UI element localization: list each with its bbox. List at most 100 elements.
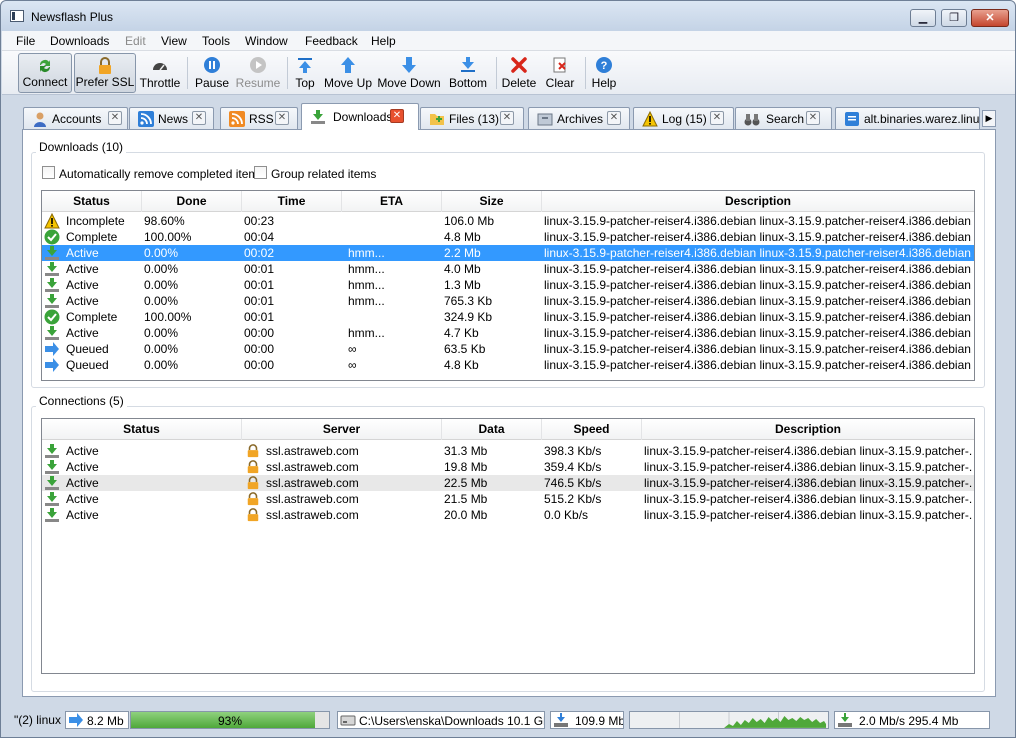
move-up-button[interactable]: Move Up <box>322 53 374 93</box>
tab-newsgroup[interactable]: alt.binaries.warez.linu <box>835 107 980 129</box>
bottom-button[interactable]: Bottom <box>446 53 490 93</box>
table-row[interactable]: Complete 100.00% 00:01 324.9 Kb linux-3.15.9… <box>42 309 974 325</box>
maximize-button[interactable]: ❐ <box>941 9 967 27</box>
connect-icon <box>40 59 50 72</box>
downloads-table[interactable]: Status Done Time ETA Size Description In… <box>41 190 975 381</box>
toolbar-separator <box>585 57 586 89</box>
done-cell: 0.00% <box>144 342 179 356</box>
tab-downloads[interactable]: Downloads ✕ <box>301 103 419 130</box>
tab-close-icon[interactable]: ✕ <box>710 111 724 125</box>
minimize-button[interactable]: ▁ <box>910 9 936 27</box>
tab-close-icon[interactable]: ✕ <box>806 111 820 125</box>
lock-icon <box>247 476 259 490</box>
connections-table[interactable]: Status Server Data Speed Description Act… <box>41 418 975 674</box>
delete-button[interactable]: Delete <box>500 53 538 93</box>
description-cell: linux-3.15.9-patcher-reiser4.i386.debian… <box>644 444 972 458</box>
table-row[interactable]: Queued 0.00% 00:00 ∞ 63.5 Kb linux-3.15.9-pat… <box>42 341 974 357</box>
delete-icon <box>511 57 527 73</box>
pause-button[interactable]: Pause <box>192 53 232 93</box>
description-cell: linux-3.15.9-patcher-reiser4.i386.debian… <box>544 262 972 276</box>
tab-scroll-right-button[interactable]: ▶ <box>982 110 996 127</box>
status-cell: Complete <box>66 230 118 244</box>
table-row[interactable]: Active ssl.astraweb.com 21.5 Mb 515.2 Kb/s l… <box>42 491 974 507</box>
move-down-button[interactable]: Move Down <box>377 53 441 93</box>
title-bar[interactable]: Newsflash Plus ▁ ❐ ✕ <box>1 1 1015 31</box>
menu-help[interactable]: Help <box>371 34 396 48</box>
table-row[interactable]: Active ssl.astraweb.com 20.0 Mb 0.0 Kb/s lin… <box>42 507 974 523</box>
help-button[interactable]: ? Help <box>589 53 619 93</box>
table-row[interactable]: Active 0.00% 00:01 hmm... 4.0 Mb linux-3.15.9… <box>42 261 974 277</box>
download-icon <box>45 246 59 260</box>
column-header-server[interactable]: Server <box>242 419 442 440</box>
data-cell: 31.3 Mb <box>444 444 488 458</box>
data-cell: 21.5 Mb <box>444 492 488 506</box>
column-header-description[interactable]: Description <box>542 191 974 212</box>
status-cell: Complete <box>66 310 118 324</box>
prefer-ssl-button[interactable]: Prefer SSL <box>74 53 136 93</box>
close-button[interactable]: ✕ <box>971 9 1009 27</box>
table-row[interactable]: Queued 0.00% 00:00 ∞ 4.8 Kb linux-3.15.9-patc… <box>42 357 974 373</box>
tab-files[interactable]: Files (13) ✕ <box>420 107 524 129</box>
app-icon <box>10 10 24 22</box>
table-row[interactable]: Active ssl.astraweb.com 31.3 Mb 398.3 Kb/s l… <box>42 443 974 459</box>
check-icon <box>44 229 60 245</box>
column-header-data[interactable]: Data <box>442 419 542 440</box>
tab-news[interactable]: News ✕ <box>129 107 214 129</box>
table-row[interactable]: Active 0.00% 00:00 hmm... 4.7 Kb linux-3.15.9… <box>42 325 974 341</box>
tab-close-icon[interactable]: ✕ <box>500 111 514 125</box>
connections-group-label: Connections (5) <box>36 394 127 408</box>
column-header-status[interactable]: Status <box>42 191 142 212</box>
table-row[interactable]: Active ssl.astraweb.com 19.8 Mb 359.4 Kb/s l… <box>42 459 974 475</box>
column-header-time[interactable]: Time <box>242 191 342 212</box>
menu-window[interactable]: Window <box>245 34 288 48</box>
connect-button[interactable]: Connect <box>18 53 72 93</box>
done-cell: 0.00% <box>144 326 179 340</box>
speed-graph-plot <box>679 712 827 728</box>
tab-close-icon[interactable]: ✕ <box>108 111 122 125</box>
table-row[interactable]: Active 0.00% 00:01 hmm... 765.3 Kb linux-3.15… <box>42 293 974 309</box>
tab-close-icon[interactable]: ✕ <box>275 111 289 125</box>
tab-close-icon[interactable]: ✕ <box>607 111 621 125</box>
menu-view[interactable]: View <box>161 34 187 48</box>
table-row[interactable]: Active ssl.astraweb.com 22.5 Mb 746.5 Kb/s l… <box>42 475 974 491</box>
table-row[interactable]: Active 0.00% 00:01 hmm... 1.3 Mb linux-3.15.9… <box>42 277 974 293</box>
time-cell: 00:23 <box>244 214 275 228</box>
tab-search[interactable]: Search ✕ <box>735 107 832 129</box>
table-row[interactable]: Complete 100.00% 00:04 4.8 Mb linux-3.15.9-p… <box>42 229 974 245</box>
clear-button[interactable]: Clear <box>542 53 578 93</box>
column-header-description[interactable]: Description <box>642 419 974 440</box>
download-path-indicator[interactable]: C:\Users\enska\Downloads 10.1 Gb <box>337 711 545 729</box>
column-header-speed[interactable]: Speed <box>542 419 642 440</box>
tab-close-icon[interactable]: ✕ <box>390 109 404 123</box>
size-cell: 106.0 Mb <box>444 214 495 228</box>
menu-feedback[interactable]: Feedback <box>305 34 358 48</box>
table-row[interactable]: Incomplete 98.60% 00:23 106.0 Mb linux-3.15.… <box>42 213 974 229</box>
tab-archives[interactable]: Archives ✕ <box>528 107 630 129</box>
tab-log[interactable]: Log (15) ✕ <box>633 107 734 129</box>
description-cell: linux-3.15.9-patcher-reiser4.i386.debian… <box>544 246 972 260</box>
description-cell: linux-3.15.9-patcher-reiser4.i386.debian… <box>544 278 972 292</box>
top-button[interactable]: Top <box>290 53 320 93</box>
menu-edit[interactable]: Edit <box>125 34 146 48</box>
column-header-status[interactable]: Status <box>42 419 242 440</box>
menu-file[interactable]: File <box>16 34 35 48</box>
column-header-done[interactable]: Done <box>142 191 242 212</box>
status-cell: Active <box>66 294 99 308</box>
tab-rss[interactable]: RSS ✕ <box>220 107 298 129</box>
menu-downloads[interactable]: Downloads <box>50 34 109 48</box>
toolbar-separator <box>496 57 497 89</box>
resume-button[interactable]: Resume <box>234 53 282 93</box>
time-cell: 00:02 <box>244 246 275 260</box>
tab-close-icon[interactable]: ✕ <box>192 111 206 125</box>
group-related-checkbox[interactable] <box>254 166 267 179</box>
eta-cell: hmm... <box>348 246 385 260</box>
table-row[interactable]: Active 0.00% 00:02 hmm... 2.2 Mb linux-3.15.9… <box>42 245 974 261</box>
menu-tools[interactable]: Tools <box>202 34 230 48</box>
auto-remove-checkbox[interactable] <box>42 166 55 179</box>
column-header-eta[interactable]: ETA <box>342 191 442 212</box>
eta-cell: hmm... <box>348 326 385 340</box>
tab-accounts[interactable]: Accounts ✕ <box>23 107 128 129</box>
column-header-size[interactable]: Size <box>442 191 542 212</box>
arrow-bottom-icon <box>461 57 475 72</box>
throttle-button[interactable]: Throttle <box>138 53 182 93</box>
